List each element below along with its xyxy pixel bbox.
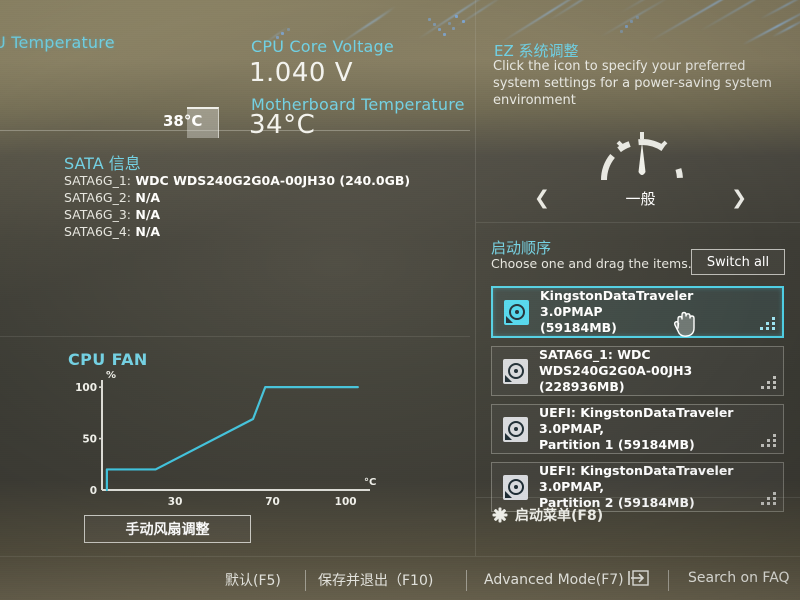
cpu-fan-title: CPU FAN	[68, 350, 148, 369]
boot-item-line2: Partition 1 (59184MB)	[539, 437, 757, 453]
chevron-right-icon[interactable]: ❯	[725, 189, 753, 208]
bottom-bar-item[interactable]: Search on FAQ	[688, 570, 790, 586]
sata-information-list: SATA6G_1: WDC WDS240G2G0A-00JH30 (240.0G…	[64, 172, 410, 240]
sata-device-value: N/A	[131, 207, 160, 222]
sata-port-label: SATA6G_1:	[64, 173, 131, 188]
cpu-core-voltage-value: 1.040 V	[249, 58, 353, 88]
bottom-bar-label: Advanced Mode(F7)	[484, 572, 624, 588]
boot-item-line1: KingstonDataTraveler 3.0PMAP	[540, 288, 756, 320]
boot-priority-list: KingstonDataTraveler 3.0PMAP (59184MB) SAT…	[491, 286, 784, 520]
sata-device-value: N/A	[131, 190, 160, 205]
boot-menu-button[interactable]: 启动菜单(F8)	[491, 505, 603, 525]
sata-device-value: N/A	[131, 224, 160, 239]
boot-item-line2: (228936MB)	[539, 379, 757, 395]
boot-item-line2: (59184MB)	[540, 320, 756, 336]
sata-row: SATA6G_4: N/A	[64, 223, 410, 240]
boot-item-line1: SATA6G_1: WDC WDS240G2G0A-00JH3	[539, 347, 757, 379]
cpu-temperature-value: 38°C	[163, 112, 202, 130]
boot-item-label: SATA6G_1: WDC WDS240G2G0A-00JH3 (228936MB…	[539, 347, 783, 395]
starburst-icon	[491, 507, 508, 524]
sata-port-label: SATA6G_2:	[64, 190, 131, 205]
svg-text:100: 100	[335, 496, 357, 508]
svg-text:100: 100	[75, 382, 97, 394]
sata-row: SATA6G_1: WDC WDS240G2G0A-00JH30 (240.0G…	[64, 172, 410, 189]
boot-priority-title: 启动顺序	[491, 237, 551, 258]
svg-text:70: 70	[265, 496, 280, 508]
bottom-bar-separator	[466, 570, 467, 591]
svg-text:0: 0	[90, 485, 97, 497]
drag-handle[interactable]	[760, 492, 776, 505]
disk-drive-icon	[503, 417, 528, 442]
divider-sata-fan	[0, 336, 470, 337]
boot-priority-item[interactable]: SATA6G_1: WDC WDS240G2G0A-00JH3 (228936MB…	[491, 346, 784, 396]
enter-arrow-icon	[627, 570, 649, 590]
boot-item-line1: UEFI: KingstonDataTraveler 3.0PMAP,	[539, 405, 757, 437]
svg-text:°C: °C	[364, 477, 376, 488]
disk-drive-icon	[503, 359, 528, 384]
bottom-bar-separator	[668, 570, 669, 591]
ez-system-tuning-description: Click the icon to specify your preferred…	[493, 58, 783, 109]
chevron-left-icon[interactable]: ❮	[528, 189, 556, 208]
bottom-bar-item[interactable]: Advanced Mode(F7)	[484, 570, 649, 590]
bottom-shortcut-bar: 默认(F5) 保存并退出（F10) Advanced Mode(F7) Search …	[0, 560, 800, 600]
bottom-bar-label: 默认(F5)	[225, 570, 281, 590]
divider-vertical-main	[475, 0, 476, 556]
cpu-temperature-label: U Temperature	[0, 33, 115, 52]
svg-text:30: 30	[168, 496, 183, 508]
disk-drive-icon	[503, 475, 528, 500]
boot-priority-subtitle: Choose one and drag the items.	[491, 256, 692, 271]
decorative-light-streaks	[0, 0, 800, 60]
sata-row: SATA6G_2: N/A	[64, 189, 410, 206]
divider-ez-boot	[476, 222, 800, 223]
sata-port-label: SATA6G_4:	[64, 224, 131, 239]
cpu-core-voltage-label: CPU Core Voltage	[251, 37, 394, 56]
bottom-bar-label: 保存并退出（F10)	[318, 570, 433, 590]
boot-item-line1: UEFI: KingstonDataTraveler 3.0PMAP,	[539, 463, 757, 495]
ez-tuning-mode-selector: ❮ 一般 ❯	[528, 188, 753, 209]
boot-item-label: UEFI: KingstonDataTraveler 3.0PMAP, Parti…	[539, 463, 783, 511]
motherboard-temperature-value: 34°C	[249, 110, 315, 140]
divider-top-left	[0, 130, 470, 131]
sata-port-label: SATA6G_3:	[64, 207, 131, 222]
svg-text:%: %	[106, 370, 116, 381]
bios-screen: U Temperature 38°C CPU Core Voltage 1.04…	[0, 0, 800, 600]
drag-handle[interactable]	[760, 376, 776, 389]
boot-item-label: KingstonDataTraveler 3.0PMAP (59184MB)	[540, 288, 782, 336]
boot-priority-item[interactable]: KingstonDataTraveler 3.0PMAP (59184MB)	[491, 286, 784, 338]
sata-information-title: SATA 信息	[64, 150, 141, 174]
svg-text:50: 50	[82, 434, 97, 446]
drag-handle[interactable]	[760, 434, 776, 447]
bottom-bar-item[interactable]: 默认(F5)	[225, 570, 281, 590]
boot-menu-label: 启动菜单(F8)	[515, 505, 603, 525]
ez-tuning-current-mode: 一般	[625, 188, 655, 209]
bottom-bar-item[interactable]: 保存并退出（F10)	[318, 570, 433, 590]
disk-drive-icon	[504, 300, 529, 325]
speedometer-icon[interactable]	[596, 122, 688, 188]
drag-handle[interactable]	[759, 317, 775, 330]
bottom-bar-separator	[305, 570, 306, 591]
switch-all-button[interactable]: Switch all	[691, 249, 785, 275]
boot-item-label: UEFI: KingstonDataTraveler 3.0PMAP, Parti…	[539, 405, 783, 453]
boot-priority-item[interactable]: UEFI: KingstonDataTraveler 3.0PMAP, Parti…	[491, 404, 784, 454]
cpu-fan-curve-chart[interactable]: 0 50 100 30 70 100% °C	[68, 368, 378, 517]
bottom-bar-label: Search on FAQ	[688, 570, 790, 586]
sata-device-value: WDC WDS240G2G0A-00JH30 (240.0GB)	[131, 173, 410, 188]
sata-row: SATA6G_3: N/A	[64, 206, 410, 223]
manual-fan-tuning-button[interactable]: 手动风扇调整	[84, 515, 251, 543]
divider-bottom-bar	[0, 556, 800, 557]
